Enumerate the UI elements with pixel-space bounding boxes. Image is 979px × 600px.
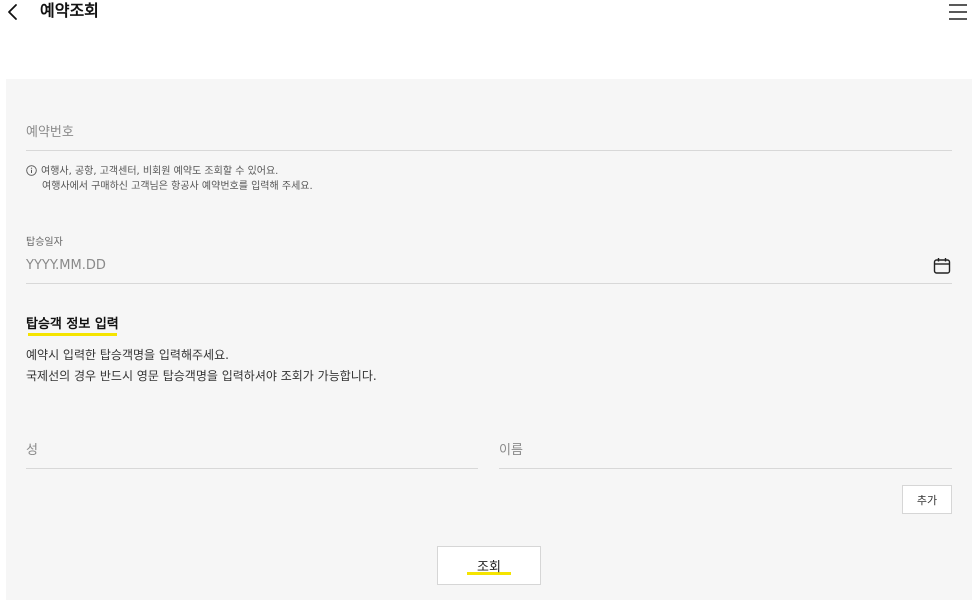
notice-line-2: 여행사에서 구매하신 고객님은 항공사 예약번호를 입력해 주세요. (42, 181, 313, 192)
first-name-input[interactable] (499, 439, 952, 463)
passenger-section-title-text: 탑승객 정보 입력 (26, 317, 119, 332)
search-button-label: 조회 (477, 560, 501, 575)
menu-button[interactable] (947, 2, 969, 22)
passenger-desc-line-2: 국제선의 경우 반드시 영문 탑승객명을 입력하셔야 조회가 가능합니다. (26, 369, 377, 383)
info-icon (26, 165, 37, 176)
calendar-icon (932, 258, 952, 280)
add-passenger-button[interactable]: 추가 (902, 485, 952, 514)
boarding-date-field (26, 254, 952, 284)
first-name-field (499, 439, 952, 469)
hamburger-menu-icon (947, 2, 969, 22)
search-form-panel: 여행사, 공항, 고객센터, 비회원 예약도 조회할 수 있어요. 여행사에서 … (6, 79, 972, 600)
search-button[interactable]: 조회 (437, 546, 541, 585)
reservation-number-field (26, 121, 952, 151)
back-button[interactable] (4, 2, 24, 22)
boarding-date-label: 탑승일자 (26, 237, 63, 248)
reservation-number-input[interactable] (26, 121, 952, 145)
calendar-button[interactable] (932, 256, 952, 276)
passenger-desc-line-1: 예약시 입력한 탑승객명을 입력해주세요. (26, 348, 229, 362)
passenger-section-description: 예약시 입력한 탑승객명을 입력해주세요. 국제선의 경우 반드시 영문 탑승객… (26, 345, 377, 387)
search-button-label-wrap: 조회 (467, 556, 511, 575)
chevron-left-icon (4, 2, 24, 22)
last-name-field (26, 439, 478, 469)
header: 예약조회 (0, 0, 979, 28)
notice: 여행사, 공항, 고객센터, 비회원 예약도 조회할 수 있어요. 여행사에서 … (26, 164, 926, 194)
passenger-section-title: 탑승객 정보 입력 (26, 316, 119, 336)
boarding-date-input[interactable] (26, 254, 906, 278)
page-title: 예약조회 (40, 1, 99, 20)
notice-line-1: 여행사, 공항, 고객센터, 비회원 예약도 조회할 수 있어요. (41, 166, 279, 177)
last-name-input[interactable] (26, 439, 478, 463)
